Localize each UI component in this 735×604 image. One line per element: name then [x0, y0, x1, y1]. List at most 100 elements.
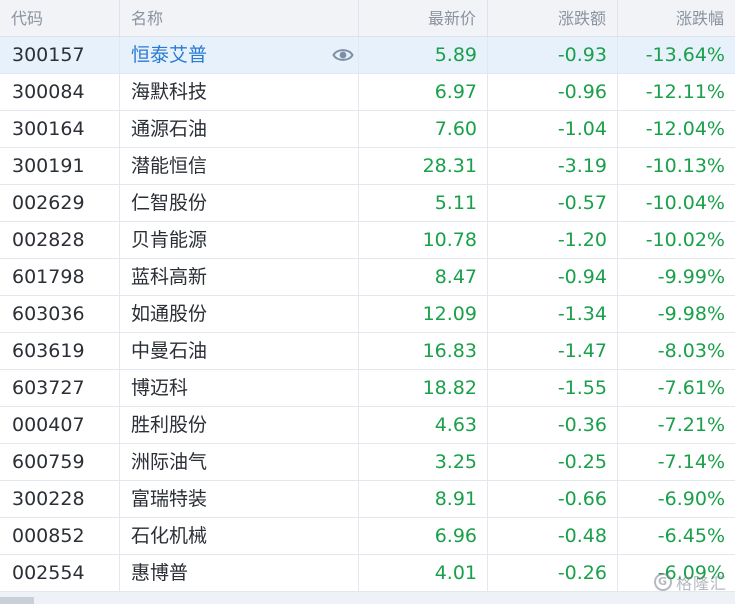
cell-name: 贝肯能源	[119, 222, 358, 258]
cell-price: 5.11	[358, 185, 487, 221]
cell-pct: -12.04%	[617, 111, 735, 147]
cell-pct: -6.45%	[617, 518, 735, 554]
cell-price: 10.78	[358, 222, 487, 258]
column-header-price[interactable]: 最新价	[358, 0, 487, 37]
cell-change: -0.48	[487, 518, 617, 554]
cell-code: 601798	[12, 266, 85, 288]
table-row[interactable]: 603619 中曼石油 16.83 -1.47 -8.03%	[0, 333, 735, 370]
stock-name[interactable]: 潜能恒信	[131, 155, 207, 177]
cell-change: -0.96	[487, 74, 617, 110]
stock-name[interactable]: 通源石油	[131, 118, 207, 140]
stock-name[interactable]: 海默科技	[131, 81, 207, 103]
cell-code: 002828	[12, 229, 85, 251]
cell-pct: -10.02%	[617, 222, 735, 258]
cell-pct: -13.64%	[617, 37, 735, 73]
table-row[interactable]: 300191 潜能恒信 28.31 -3.19 -10.13%	[0, 148, 735, 185]
cell-change: -0.25	[487, 444, 617, 480]
column-header-change[interactable]: 涨跌额	[487, 0, 617, 37]
stock-name[interactable]: 富瑞特装	[131, 488, 207, 510]
cell-code: 300157	[12, 44, 85, 66]
table-row[interactable]: 000852 石化机械 6.96 -0.48 -6.45%	[0, 518, 735, 555]
cell-pct: -6.90%	[617, 481, 735, 517]
watermark-text: 格隆汇	[675, 574, 727, 593]
cell-change: -1.04	[487, 111, 617, 147]
table-row[interactable]: 600759 洲际油气 3.25 -0.25 -7.14%	[0, 444, 735, 481]
cell-pct: -7.21%	[617, 407, 735, 443]
stock-name[interactable]: 如通股份	[131, 303, 207, 325]
cell-price: 4.63	[358, 407, 487, 443]
cell-code: 300164	[12, 118, 85, 140]
cell-price: 16.83	[358, 333, 487, 369]
cell-code: 600759	[12, 451, 85, 473]
cell-pct: -7.61%	[617, 370, 735, 406]
cell-code: 300084	[12, 81, 85, 103]
table-row[interactable]: 300228 富瑞特装 8.91 -0.66 -6.90%	[0, 481, 735, 518]
cell-price: 28.31	[358, 148, 487, 184]
stock-name[interactable]: 胜利股份	[131, 414, 207, 436]
table-row[interactable]: 002554 惠博普 4.01 -0.26 -6.09%	[0, 555, 735, 592]
cell-pct: -7.14%	[617, 444, 735, 480]
scrollbar-thumb[interactable]	[0, 597, 34, 604]
table-row[interactable]: 603727 博迈科 18.82 -1.55 -7.61%	[0, 370, 735, 407]
column-header-pct[interactable]: 涨跌幅	[617, 0, 735, 37]
table-row[interactable]: 000407 胜利股份 4.63 -0.36 -7.21%	[0, 407, 735, 444]
cell-name: 海默科技	[119, 74, 358, 110]
cell-code: 002629	[12, 192, 85, 214]
cell-price: 8.91	[358, 481, 487, 517]
horizontal-scrollbar[interactable]	[0, 592, 735, 604]
cell-change: -1.47	[487, 333, 617, 369]
cell-price: 18.82	[358, 370, 487, 406]
cell-pct: -9.98%	[617, 296, 735, 332]
cell-price: 12.09	[358, 296, 487, 332]
eye-icon[interactable]	[332, 45, 354, 65]
cell-price: 5.89	[358, 37, 487, 73]
stock-name[interactable]: 惠博普	[131, 562, 188, 584]
gelonghui-logo-icon: G	[653, 573, 672, 591]
cell-name: 通源石油	[119, 111, 358, 147]
stock-name[interactable]: 博迈科	[131, 377, 188, 399]
cell-price: 6.97	[358, 74, 487, 110]
stock-name[interactable]: 贝肯能源	[131, 229, 207, 251]
table-body: 300157 恒泰艾普 5.89 -0.93 -13.64% 300084 海默科技 6.97…	[0, 37, 735, 592]
cell-change: -0.94	[487, 259, 617, 295]
table-row[interactable]: 601798 蓝科高新 8.47 -0.94 -9.99%	[0, 259, 735, 296]
cell-change: -1.55	[487, 370, 617, 406]
stock-name[interactable]: 仁智股份	[131, 192, 207, 214]
cell-price: 6.96	[358, 518, 487, 554]
cell-change: -1.20	[487, 222, 617, 258]
cell-price: 8.47	[358, 259, 487, 295]
cell-name: 蓝科高新	[119, 259, 358, 295]
cell-pct: -10.13%	[617, 148, 735, 184]
stock-name[interactable]: 洲际油气	[131, 451, 207, 473]
cell-code: 603036	[12, 303, 85, 325]
cell-change: -3.19	[487, 148, 617, 184]
cell-code: 002554	[12, 562, 85, 584]
table-row[interactable]: 002828 贝肯能源 10.78 -1.20 -10.02%	[0, 222, 735, 259]
table-row[interactable]: 300084 海默科技 6.97 -0.96 -12.11%	[0, 74, 735, 111]
table-row[interactable]: 002629 仁智股份 5.11 -0.57 -10.04%	[0, 185, 735, 222]
cell-pct: -12.11%	[617, 74, 735, 110]
watermark: G 格隆汇	[653, 569, 727, 595]
table-row[interactable]: 603036 如通股份 12.09 -1.34 -9.98%	[0, 296, 735, 333]
cell-name: 仁智股份	[119, 185, 358, 221]
cell-pct: -9.99%	[617, 259, 735, 295]
stock-name[interactable]: 中曼石油	[131, 340, 207, 362]
cell-code: 300191	[12, 155, 85, 177]
stock-name[interactable]: 恒泰艾普	[131, 44, 207, 66]
column-header-code[interactable]: 代码	[0, 0, 119, 37]
table-row[interactable]: 300164 通源石油 7.60 -1.04 -12.04%	[0, 111, 735, 148]
stock-name[interactable]: 石化机械	[131, 525, 207, 547]
cell-code: 603727	[12, 377, 85, 399]
cell-code: 000407	[12, 414, 85, 436]
cell-name: 石化机械	[119, 518, 358, 554]
cell-name: 如通股份	[119, 296, 358, 332]
cell-change: -0.26	[487, 555, 617, 591]
stock-list-window: 代码 名称 最新价 涨跌额 涨跌幅 300157 恒泰艾普 5.89 -0.93 -13…	[0, 0, 735, 604]
stock-name[interactable]: 蓝科高新	[131, 266, 207, 288]
cell-change: -0.36	[487, 407, 617, 443]
cell-change: -1.34	[487, 296, 617, 332]
cell-name: 惠博普	[119, 555, 358, 591]
column-header-name[interactable]: 名称	[119, 0, 358, 37]
cell-code: 300228	[12, 488, 85, 510]
table-row[interactable]: 300157 恒泰艾普 5.89 -0.93 -13.64%	[0, 37, 735, 74]
